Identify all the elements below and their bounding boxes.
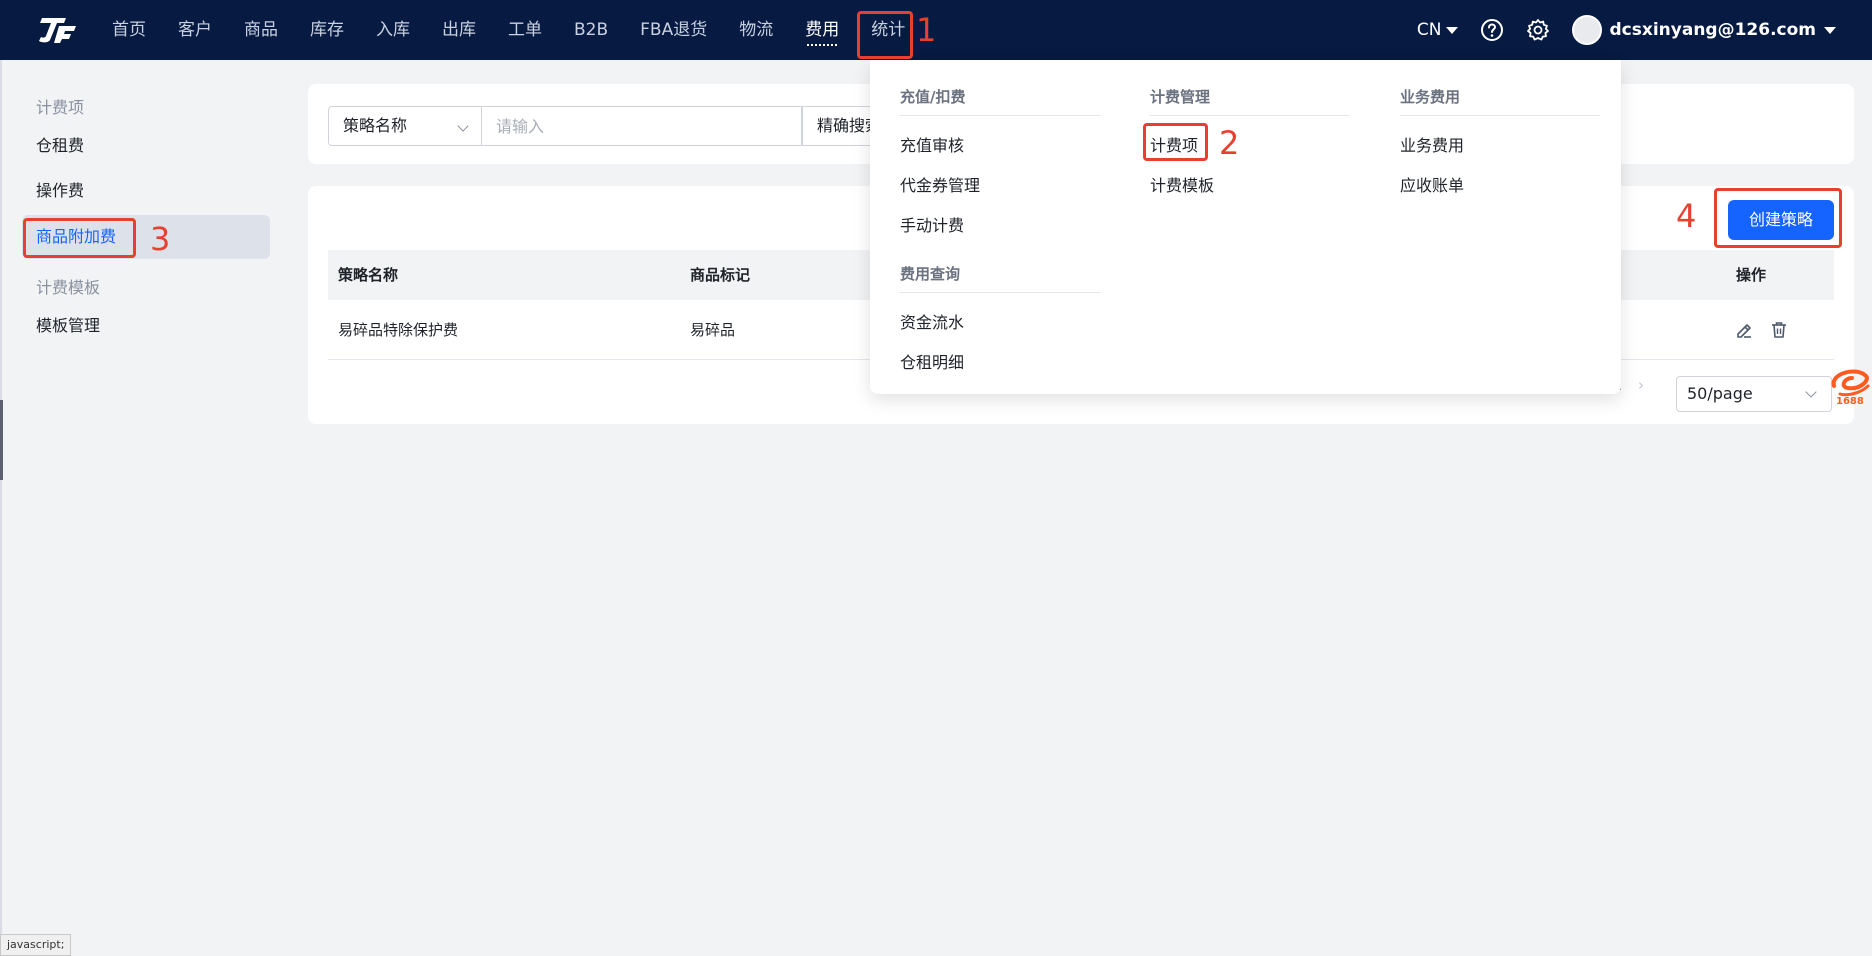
filter-field-select[interactable]: 策略名称 — [328, 106, 482, 146]
sidebar: 计费项 仓租费 操作费 商品附加费 计费模板 模板管理 — [0, 60, 284, 956]
user-menu[interactable]: dcsxinyang@126.com — [1571, 15, 1836, 45]
annotation-box-1 — [857, 11, 913, 59]
nav-item-b2b[interactable]: B2B — [558, 0, 624, 60]
annotation-number-1: 1 — [916, 11, 937, 49]
annotation-number-4: 4 — [1676, 197, 1697, 235]
edit-icon[interactable] — [1734, 320, 1754, 340]
sidebar-item-operation-fee[interactable]: 操作费 — [22, 169, 270, 213]
nav-item-home[interactable]: 首页 — [96, 0, 162, 60]
nav-item-inbound[interactable]: 入库 — [360, 0, 426, 60]
menu-item-billing-templates[interactable]: 计费模板 — [1150, 172, 1214, 196]
menu-item-receivable-bills[interactable]: 应收账单 — [1400, 172, 1464, 196]
menu-item-fund-flow[interactable]: 资金流水 — [900, 309, 964, 333]
language-switcher[interactable]: CN — [1417, 20, 1458, 40]
menu-item-storage-detail[interactable]: 仓租明细 — [900, 349, 964, 373]
nav-item-fba-returns[interactable]: FBA退货 — [624, 0, 723, 60]
nav-item-outbound[interactable]: 出库 — [426, 0, 492, 60]
nav-item-products[interactable]: 商品 — [228, 0, 294, 60]
badge-1688[interactable]: 1688 — [1826, 364, 1872, 412]
chevron-down-icon — [457, 120, 469, 132]
search-input[interactable] — [482, 106, 802, 146]
nav-item-logistics[interactable]: 物流 — [723, 0, 789, 60]
help-icon[interactable] — [1480, 18, 1504, 42]
nav-item-inventory[interactable]: 库存 — [294, 0, 360, 60]
nav-item-work-orders[interactable]: 工单 — [492, 0, 558, 60]
menu-heading-business-fees: 业务费用 — [1400, 86, 1600, 116]
annotation-number-2: 2 — [1219, 124, 1240, 162]
menu-item-voucher-management[interactable]: 代金券管理 — [900, 172, 980, 196]
annotation-number-3: 3 — [150, 220, 171, 258]
language-label: CN — [1416, 20, 1442, 40]
annotation-box-4 — [1714, 188, 1842, 248]
sidebar-item-template-management[interactable]: 模板管理 — [22, 304, 270, 348]
gear-icon[interactable] — [1526, 18, 1550, 42]
user-email: dcsxinyang@126.com — [1609, 20, 1817, 40]
annotation-box-3 — [23, 218, 136, 258]
filter-field-value: 策略名称 — [343, 116, 408, 135]
menu-item-business-fees[interactable]: 业务费用 — [1400, 132, 1464, 156]
menu-item-recharge-review[interactable]: 充值审核 — [900, 132, 964, 156]
cell-product-tag: 易碎品 — [690, 321, 736, 339]
browser-status-bar: javascript; — [0, 934, 72, 956]
menu-heading-recharge: 充值/扣费 — [900, 86, 1100, 116]
window-edge — [0, 400, 3, 480]
column-header-name: 策略名称 — [338, 266, 399, 284]
avatar — [1571, 15, 1602, 45]
next-page-icon[interactable]: › — [1638, 376, 1644, 408]
badge-1688-label: 1688 — [1836, 396, 1864, 407]
delete-icon[interactable] — [1769, 320, 1789, 340]
page-size-select[interactable]: 50/page — [1676, 376, 1832, 412]
menu-item-manual-billing[interactable]: 手动计费 — [900, 212, 964, 236]
app-logo[interactable] — [36, 14, 78, 44]
cell-strategy-name: 易碎品特除保护费 — [338, 321, 459, 339]
sidebar-group-billing-templates: 计费模板 — [36, 278, 101, 297]
nav-right-tools: CN dcsxinyang@126.com — [1417, 0, 1836, 60]
chevron-down-icon — [1445, 26, 1458, 34]
column-header-tag: 商品标记 — [690, 266, 751, 284]
page-size-value: 50/page — [1687, 384, 1753, 403]
menu-heading-billing-management: 计费管理 — [1150, 86, 1350, 116]
fees-dropdown-menu: 充值/扣费 充值审核 代金券管理 手动计费 费用查询 资金流水 仓租明细 计费管… — [870, 60, 1621, 394]
main-nav: 首页 客户 商品 库存 入库 出库 工单 B2B FBA退货 物流 费用 统计 — [96, 0, 921, 60]
sidebar-item-storage-fee[interactable]: 仓租费 — [22, 124, 270, 168]
nav-item-customers[interactable]: 客户 — [162, 0, 228, 60]
menu-heading-fee-query: 费用查询 — [900, 263, 1100, 293]
chevron-down-icon — [1805, 386, 1817, 398]
sidebar-group-billing-items: 计费项 — [36, 98, 85, 117]
nav-item-fees[interactable]: 费用 — [789, 0, 855, 60]
column-header-actions: 操作 — [1736, 266, 1767, 284]
chevron-down-icon — [1824, 26, 1836, 34]
annotation-box-2 — [1143, 123, 1208, 161]
